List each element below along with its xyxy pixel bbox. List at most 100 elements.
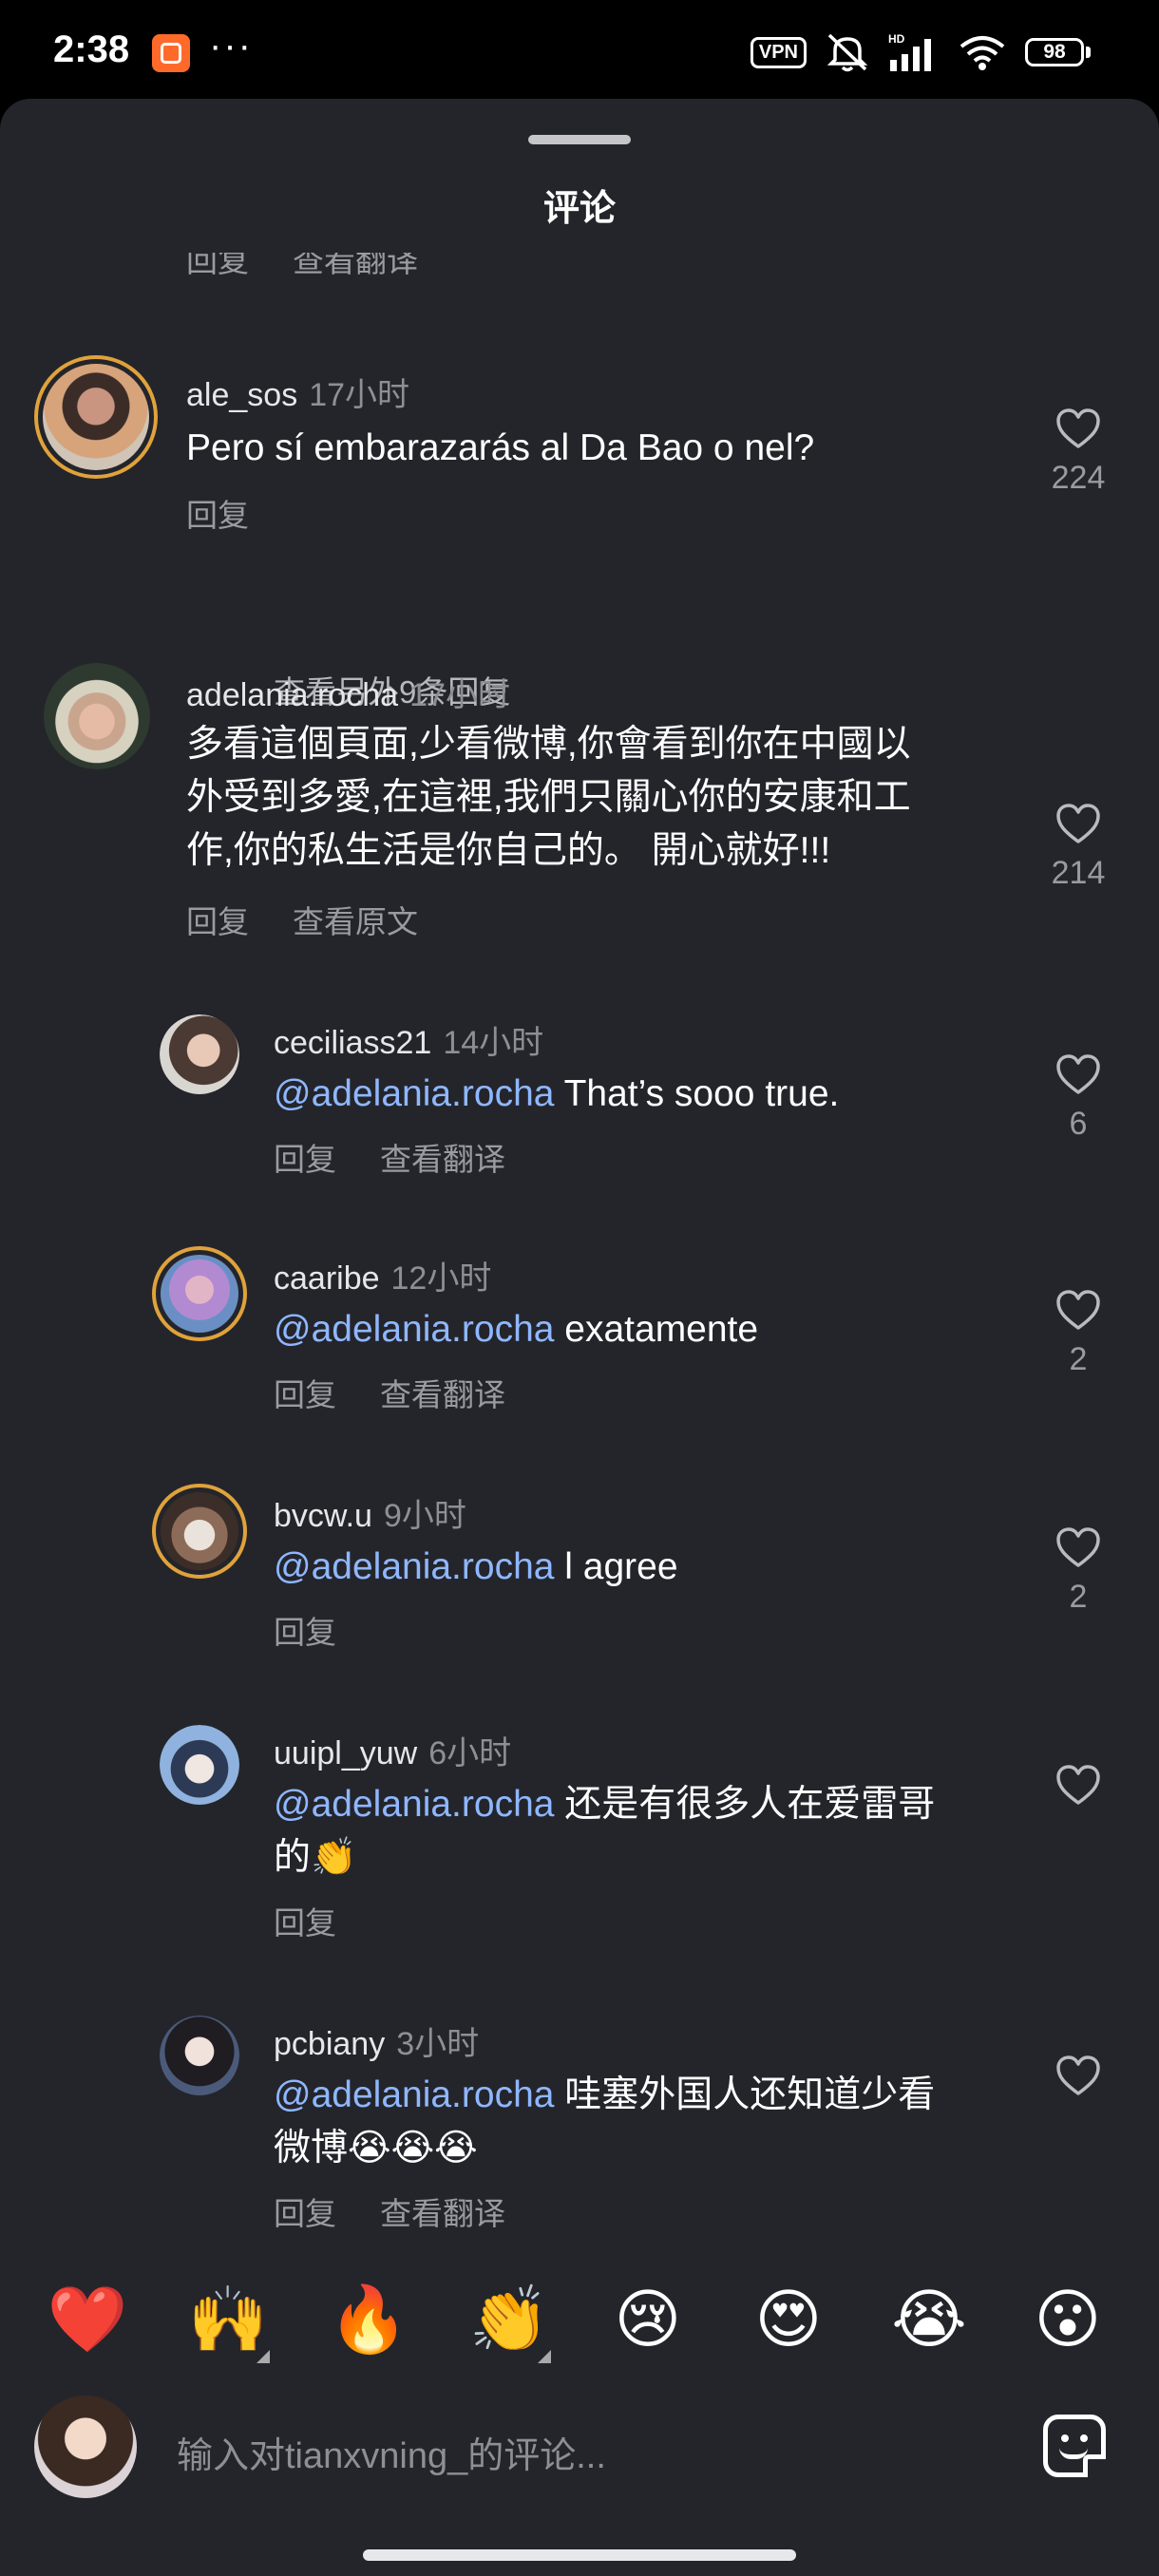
emoji-crying-button[interactable]: 😭 [882, 2282, 977, 2358]
like-button[interactable]: 214 [1036, 802, 1121, 892]
mute-icon [826, 33, 868, 72]
avatar[interactable] [152, 1246, 247, 1341]
mention-link[interactable]: @adelania.rocha [274, 1546, 554, 1587]
reply-button[interactable]: 回复 [186, 253, 249, 277]
mention-link[interactable]: @adelania.rocha [274, 1073, 554, 1114]
heart-outline-icon [1056, 408, 1100, 448]
heart-outline-icon [1056, 804, 1100, 843]
comment-time: 3小时 [396, 2026, 480, 2062]
reply-button[interactable]: 回复 [186, 904, 249, 939]
vpn-icon: VPN [750, 36, 807, 68]
mention-link[interactable]: @adelania.rocha [274, 1309, 554, 1350]
comment-username[interactable]: caaribe 12小时 [274, 1252, 491, 1298]
wifi-icon [960, 36, 1005, 70]
translate-button[interactable]: 查看翻译 [380, 1377, 505, 1412]
heart-outline-icon [1056, 1765, 1100, 1805]
emoji-sad-button[interactable]: 😢 [600, 2282, 695, 2358]
comment-username[interactable]: adelania.rocha 17小时 [186, 669, 510, 715]
reply-button[interactable]: 回复 [274, 1142, 336, 1177]
reply-button[interactable]: 回复 [274, 1615, 336, 1650]
translate-button[interactable]: 查看翻译 [293, 253, 418, 277]
comment-time: 17小时 [409, 677, 510, 713]
signal-icon: HD [888, 32, 931, 71]
my-avatar [34, 2396, 137, 2498]
mention-link[interactable]: @adelania.rocha [274, 2074, 554, 2115]
emoji-heart-eyes-button[interactable]: 😍 [741, 2282, 836, 2358]
comment-username[interactable]: bvcw.u 9小时 [274, 1489, 466, 1536]
like-count: 214 [1051, 855, 1106, 891]
comment-time: 9小时 [383, 1498, 466, 1534]
like-button[interactable]: 2 [1036, 1288, 1121, 1378]
comment-input-bar: 输入对tianxvning_的评论... [0, 2384, 1159, 2536]
emoji-heart-button[interactable]: ❤️ [40, 2282, 135, 2358]
heart-outline-icon [1056, 1290, 1100, 1330]
status-time: 2:38 [53, 28, 130, 70]
more-notifications-icon: ··· [209, 25, 253, 66]
emoji-raised-hands-button[interactable]: 🙌 [180, 2282, 276, 2363]
like-button[interactable] [1036, 2054, 1121, 2097]
comment-username[interactable]: ceciliass21 14小时 [274, 1016, 543, 1063]
view-original-button[interactable]: 查看原文 [293, 904, 418, 939]
sheet-title: 评论 [542, 189, 616, 229]
comment-text: @adelania.rocha 哇塞外国人还知道少看 微博😭😭😭 [274, 2074, 936, 2169]
drag-handle[interactable] [528, 135, 631, 144]
comment-actions: 回复 查看翻译 [274, 2188, 549, 2234]
comment-actions: 回复 查看翻译 [274, 1134, 549, 1180]
comment-text: @adelania.rocha l agree [274, 1546, 678, 1587]
emoji-fire-button[interactable]: 🔥 [321, 2282, 416, 2358]
comment-username[interactable]: pcbiany 3小时 [274, 2017, 479, 2064]
comment-text: @adelania.rocha exatamente [274, 1309, 759, 1350]
home-indicator[interactable] [363, 2549, 796, 2561]
translate-button[interactable]: 查看翻译 [380, 1142, 505, 1177]
avatar[interactable] [152, 1484, 247, 1579]
avatar[interactable] [160, 1014, 239, 1094]
comments-sheet: 评论 回复 查看翻译 ale_sos 17小时 Pero sí embarazará… [0, 99, 1159, 2576]
translate-button[interactable]: 查看翻译 [380, 2196, 505, 2231]
heart-outline-icon [1056, 2055, 1100, 2095]
reply-button[interactable]: 回复 [274, 1905, 336, 1941]
comment-actions: 回复 [274, 1898, 380, 1943]
partial-comment-actions: 回复 查看翻译 [186, 253, 462, 277]
avatar[interactable] [160, 2016, 239, 2095]
status-icons: VPN HD 98 [750, 28, 1091, 76]
avatar[interactable] [44, 663, 150, 769]
comment-actions: 回复 [186, 490, 293, 536]
like-button[interactable] [1036, 1763, 1121, 1807]
status-bar: 2:38 ··· VPN HD 98 [0, 0, 1159, 99]
like-count: 6 [1069, 1106, 1088, 1142]
comment-time: 14小时 [443, 1025, 544, 1061]
quick-emoji-bar: ❤️ 🙌 🔥 👏 😢 😍 😭 😮 [0, 2253, 1159, 2396]
comment-username[interactable]: uuipl_yuw 6小时 [274, 1727, 511, 1773]
comment-text: @adelania.rocha That’s sooo true. [274, 1073, 840, 1114]
emoji-surprised-button[interactable]: 😮 [1020, 2282, 1115, 2358]
reply-button[interactable]: 回复 [274, 1377, 336, 1412]
comment-time: 17小时 [309, 377, 410, 413]
svg-text:HD: HD [888, 32, 905, 46]
avatar[interactable] [34, 355, 158, 479]
comment-username[interactable]: ale_sos 17小时 [186, 369, 409, 415]
like-button[interactable]: 2 [1036, 1525, 1121, 1616]
avatar[interactable] [160, 1725, 239, 1805]
comment-text: @adelania.rocha 还是有很多人在爱雷哥 的👏 [274, 1784, 936, 1878]
sticker-icon[interactable] [1043, 2415, 1106, 2477]
reply-button[interactable]: 回复 [274, 2196, 336, 2231]
like-button[interactable]: 224 [1036, 407, 1121, 497]
comment-text: Pero sí embarazarás al Da Bao o nel? [186, 427, 815, 468]
comment-actions: 回复 查看翻译 [274, 1370, 549, 1415]
comment-input[interactable]: 输入对tianxvning_的评论... [177, 2426, 606, 2478]
heart-outline-icon [1056, 1054, 1100, 1094]
comment-time: 6小时 [428, 1735, 512, 1771]
comment-text: 多看這個頁面,少看微博,你會看到你在中國以 外受到多愛,在這裡,我們只關心你的安… [186, 724, 911, 871]
heart-outline-icon [1056, 1527, 1100, 1567]
comment-actions: 回复 [274, 1607, 380, 1653]
reply-button[interactable]: 回复 [186, 498, 249, 533]
battery-icon: 98 [1025, 38, 1091, 66]
like-count: 2 [1069, 1341, 1088, 1377]
comment-time: 12小时 [390, 1260, 492, 1297]
comment-actions: 回复 查看原文 [186, 897, 462, 942]
mention-link[interactable]: @adelania.rocha [274, 1784, 554, 1825]
like-button[interactable]: 6 [1036, 1052, 1121, 1143]
like-count: 224 [1051, 460, 1106, 496]
app-notification-icon [152, 34, 190, 72]
emoji-clap-button[interactable]: 👏 [462, 2282, 557, 2363]
